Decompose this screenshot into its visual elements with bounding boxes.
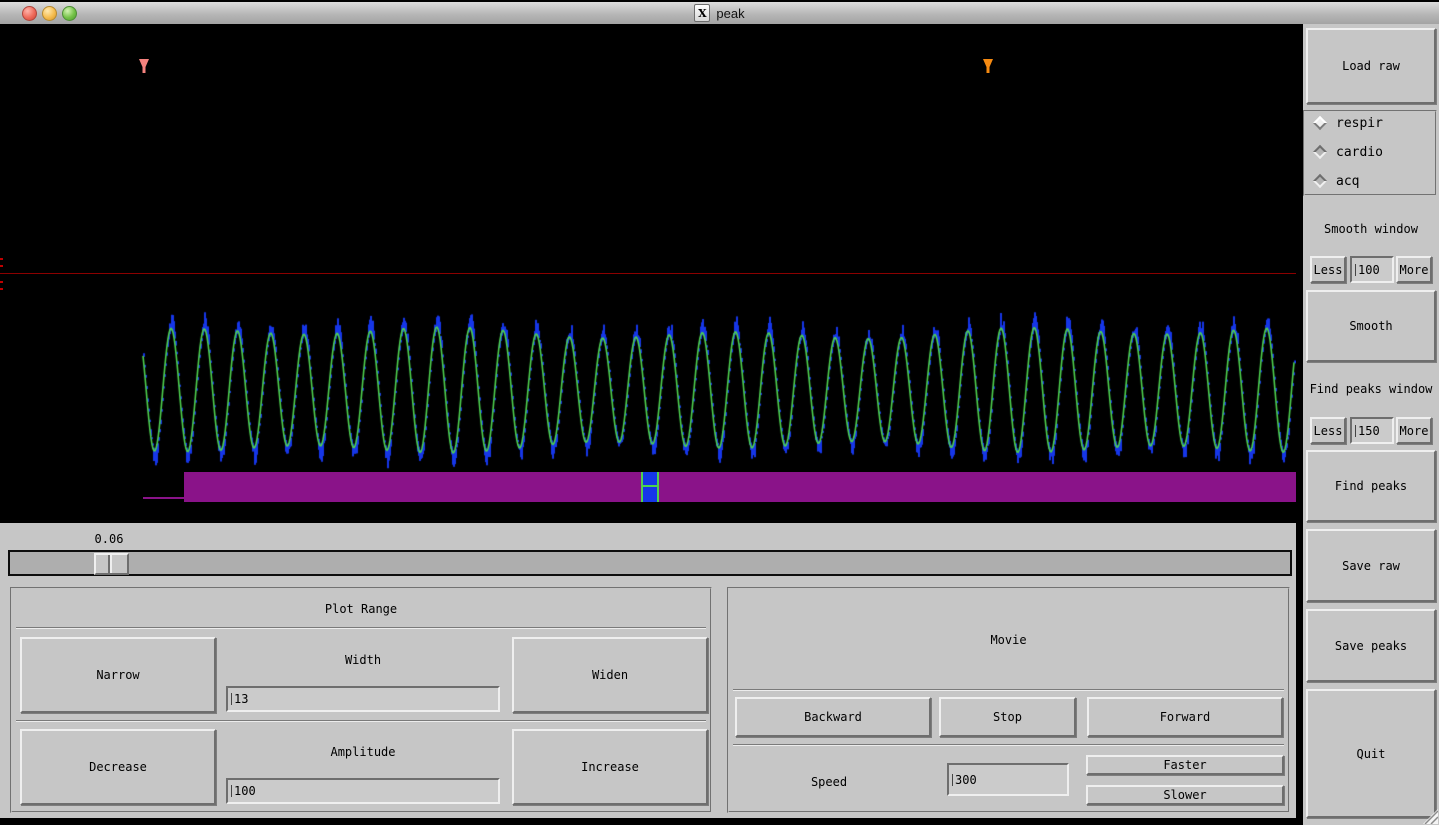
find-more-button[interactable]: More xyxy=(1396,417,1432,444)
find-peaks-window-label: Find peaks window xyxy=(1309,382,1433,396)
amplitude-input[interactable]: 100 xyxy=(226,778,500,804)
speed-input[interactable]: 300 xyxy=(947,763,1069,796)
speed-label: Speed xyxy=(810,775,848,789)
window-title-group: X peak xyxy=(694,4,745,22)
separator xyxy=(16,720,706,722)
plot-sidebar-divider xyxy=(1296,24,1303,825)
radio-acq[interactable]: acq xyxy=(1309,172,1359,190)
forward-button[interactable]: Forward xyxy=(1087,697,1283,737)
radio-diamond-icon xyxy=(1312,144,1328,160)
backward-button[interactable]: Backward xyxy=(735,697,931,737)
resize-grip[interactable] xyxy=(1422,809,1438,824)
bottom-edge xyxy=(0,818,1296,825)
selection-cursor[interactable] xyxy=(641,472,659,502)
faster-button[interactable]: Faster xyxy=(1086,755,1284,775)
save-peaks-button[interactable]: Save peaks xyxy=(1306,609,1436,682)
radio-cardio[interactable]: cardio xyxy=(1309,143,1383,161)
scale-handle[interactable] xyxy=(94,553,129,575)
movie-title: Movie xyxy=(990,633,1027,647)
increase-button[interactable]: Increase xyxy=(512,729,708,805)
smooth-window-input[interactable]: 100 xyxy=(1350,256,1394,283)
separator xyxy=(16,627,706,629)
widen-button[interactable]: Widen xyxy=(512,637,708,713)
find-peaks-window-input[interactable]: 150 xyxy=(1350,417,1394,444)
width-label: Width xyxy=(344,653,382,667)
waveform-canvas xyxy=(0,24,1296,523)
slower-button[interactable]: Slower xyxy=(1086,785,1284,805)
save-raw-button[interactable]: Save raw xyxy=(1306,529,1436,602)
minimize-button[interactable] xyxy=(42,6,57,21)
bottom-panel: 0.06 Plot Range Narrow Width 13 Widen De… xyxy=(0,523,1296,818)
plot-area[interactable] xyxy=(0,24,1296,523)
titlebar: X peak xyxy=(0,2,1439,25)
find-less-button[interactable]: Less xyxy=(1310,417,1346,444)
scale-handle-ridge xyxy=(108,555,112,573)
sidebar: Load raw respir cardio acq Smooth window… xyxy=(1303,24,1439,825)
radio-diamond-icon xyxy=(1312,115,1328,131)
load-raw-button[interactable]: Load raw xyxy=(1306,28,1436,104)
plot-range-frame: Plot Range Narrow Width 13 Widen Decreas… xyxy=(10,587,712,813)
zoom-button[interactable] xyxy=(62,6,77,21)
separator xyxy=(733,744,1284,746)
radio-label: respir xyxy=(1336,115,1383,131)
close-button[interactable] xyxy=(22,6,37,21)
smooth-less-button[interactable]: Less xyxy=(1310,256,1346,283)
amplitude-label: Amplitude xyxy=(330,745,396,759)
smooth-window-label: Smooth window xyxy=(1324,222,1418,236)
find-peaks-button[interactable]: Find peaks xyxy=(1306,450,1436,522)
decrease-button[interactable]: Decrease xyxy=(20,729,216,805)
radio-label: cardio xyxy=(1336,144,1383,160)
selection-bar[interactable] xyxy=(184,472,1296,502)
selection-cursor-midline xyxy=(643,485,657,487)
scale-trough[interactable] xyxy=(8,550,1292,576)
stop-button[interactable]: Stop xyxy=(939,697,1076,737)
smooth-more-button[interactable]: More xyxy=(1396,256,1432,283)
plot-range-title: Plot Range xyxy=(324,602,398,616)
radio-label: acq xyxy=(1336,173,1360,189)
scale-value-label: 0.06 xyxy=(94,532,124,546)
window-title: peak xyxy=(716,5,745,21)
movie-frame: Movie Backward Stop Forward Speed 300 Fa… xyxy=(727,587,1290,813)
separator xyxy=(733,689,1284,691)
narrow-button[interactable]: Narrow xyxy=(20,637,216,713)
radio-respir[interactable]: respir xyxy=(1309,114,1383,132)
selection-lead-line xyxy=(143,497,184,499)
smooth-button[interactable]: Smooth xyxy=(1306,290,1436,362)
x11-icon: X xyxy=(694,4,711,22)
radio-diamond-icon xyxy=(1312,173,1328,189)
quit-button[interactable]: Quit xyxy=(1306,689,1436,818)
width-input[interactable]: 13 xyxy=(226,686,500,712)
